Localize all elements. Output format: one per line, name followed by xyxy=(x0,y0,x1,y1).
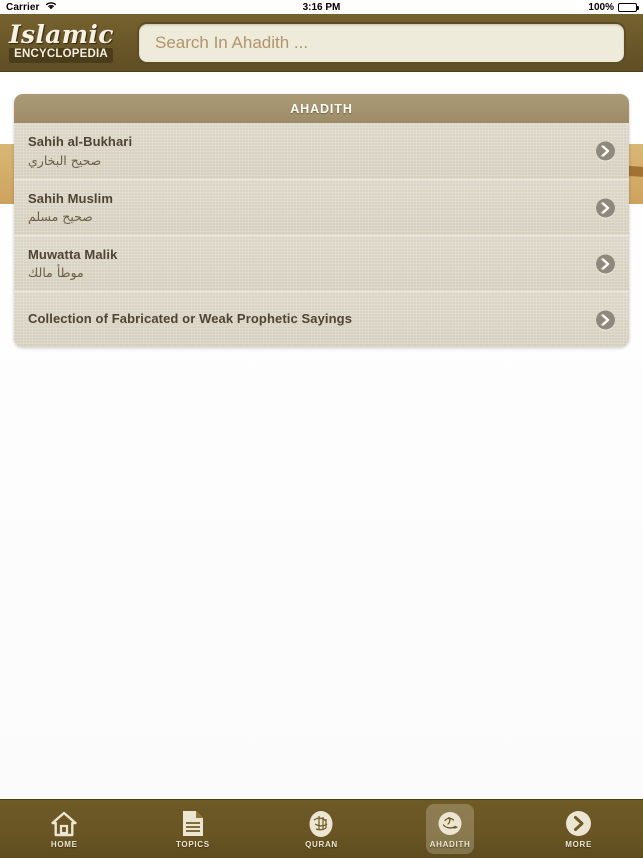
search-input[interactable] xyxy=(153,31,610,54)
search-container xyxy=(137,21,626,64)
tab-quran-label: QURAN xyxy=(305,839,338,849)
list-item-title: Sahih Muslim xyxy=(28,190,113,206)
battery-percent-label: 100% xyxy=(588,1,614,13)
ahadith-list: Sahih al-Bukhari صحيح البخاري Sahih Musl… xyxy=(14,123,629,347)
tab-ahadith[interactable]: AHADITH xyxy=(386,800,515,858)
list-item[interactable]: Sahih Muslim صحيح مسلم xyxy=(14,179,629,235)
status-bar-left: Carrier xyxy=(6,1,57,13)
disclosure-chevron-icon[interactable] xyxy=(596,198,615,217)
list-item[interactable]: Muwatta Malik موطأ مالك xyxy=(14,235,629,291)
status-bar: Carrier 3:16 PM 100% xyxy=(0,0,643,14)
panel-header: AHADITH xyxy=(14,94,629,123)
tab-home[interactable]: HOME xyxy=(0,800,129,858)
list-item-subtitle: صحيح البخاري xyxy=(28,152,102,168)
home-icon xyxy=(49,810,79,838)
tab-bar: HOME TOPICS QURAN AHADITH MORE xyxy=(0,799,643,858)
disclosure-chevron-icon[interactable] xyxy=(596,310,615,329)
list-item[interactable]: Collection of Fabricated or Weak Prophet… xyxy=(14,291,629,347)
tab-home-label: HOME xyxy=(50,839,78,849)
battery-full-icon xyxy=(618,2,639,12)
tab-ahadith-label: AHADITH xyxy=(429,839,471,849)
carrier-label: Carrier xyxy=(6,1,40,13)
quran-medallion-icon xyxy=(306,810,336,838)
search-field[interactable] xyxy=(137,21,626,64)
list-item-subtitle: صحيح مسلم xyxy=(28,209,93,225)
app-logo: Islamic ENCYCLOPEDIA xyxy=(9,22,113,63)
wifi-icon xyxy=(45,1,57,13)
chevron-circle-icon xyxy=(564,810,594,838)
app-logo-subtitle: ENCYCLOPEDIA xyxy=(9,48,113,63)
tab-more-label: MORE xyxy=(565,839,593,849)
tab-more[interactable]: MORE xyxy=(514,800,643,858)
tab-topics-label: TOPICS xyxy=(175,839,210,849)
tab-quran[interactable]: QURAN xyxy=(257,800,386,858)
ahadith-panel: AHADITH Sahih al-Bukhari صحيح البخاري Sa… xyxy=(14,94,629,347)
disclosure-chevron-icon[interactable] xyxy=(596,141,615,161)
status-bar-right: 100% xyxy=(588,1,639,13)
document-icon xyxy=(178,810,208,838)
ahadith-medallion-icon xyxy=(435,810,465,838)
list-item-subtitle: موطأ مالك xyxy=(28,265,84,281)
list-item-title: Collection of Fabricated or Weak Prophet… xyxy=(28,311,353,327)
list-item-title: Sahih al-Bukhari xyxy=(28,134,133,150)
content-area: AHADITH Sahih al-Bukhari صحيح البخاري Sa… xyxy=(0,72,643,799)
navigation-bar: Islamic ENCYCLOPEDIA xyxy=(0,14,643,72)
app-logo-title: Islamic xyxy=(9,20,114,50)
list-item[interactable]: Sahih al-Bukhari صحيح البخاري xyxy=(14,123,629,179)
disclosure-chevron-icon[interactable] xyxy=(596,254,615,273)
status-bar-time: 3:16 PM xyxy=(302,1,341,13)
list-item-title: Muwatta Malik xyxy=(28,246,118,262)
tab-topics[interactable]: TOPICS xyxy=(129,800,258,858)
